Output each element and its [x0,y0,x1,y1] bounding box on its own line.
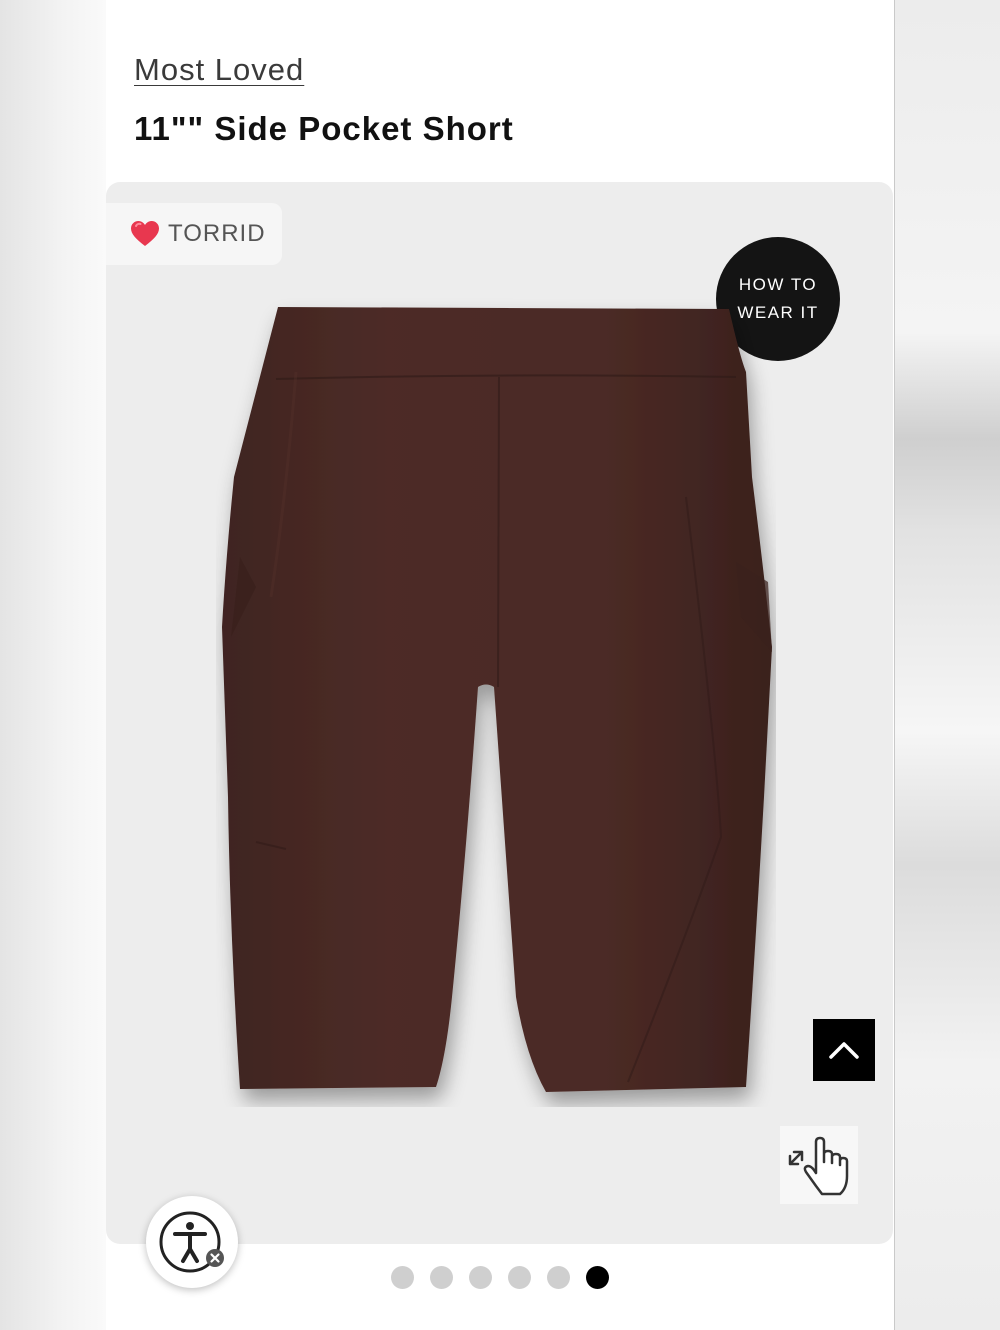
tap-zoom-icon [788,1136,849,1196]
carousel-dot[interactable] [391,1266,414,1289]
product-title: 11"" Side Pocket Short [134,110,514,147]
brand-badge: TORRID [106,203,282,265]
product-image [222,307,772,1092]
tap-to-zoom-hint[interactable] [780,1126,858,1204]
carousel-dot[interactable] [508,1266,531,1289]
product-panel: Most Loved 11"" Side Pocket Short TORRID… [106,0,895,1330]
carousel-dot[interactable] [430,1266,453,1289]
brand-name: TORRID [168,220,266,247]
chevron-up-icon [829,1042,859,1059]
carousel-dot[interactable] [586,1266,609,1289]
scroll-to-top-button[interactable] [813,1019,875,1081]
product-image-card[interactable]: TORRID HOW TO WEAR IT [106,182,893,1244]
how-to-line-1: HOW TO [738,275,818,294]
background-left [0,0,106,1330]
heart-icon [131,221,159,246]
carousel-dot[interactable] [547,1266,570,1289]
background-right [895,0,1000,1330]
carousel-dot[interactable] [469,1266,492,1289]
most-loved-link[interactable]: Most Loved [134,52,304,88]
carousel-pagination [0,1266,1000,1289]
